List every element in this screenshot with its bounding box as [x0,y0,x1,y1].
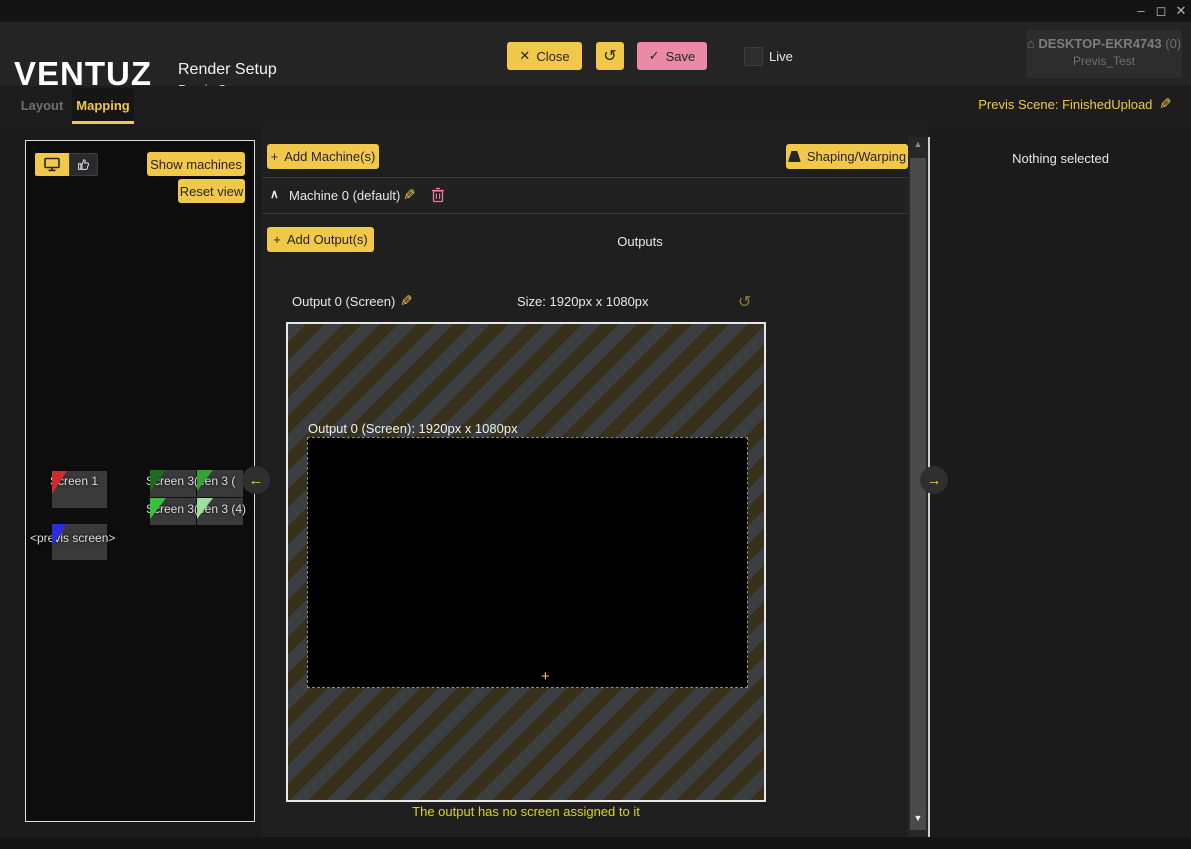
save-button[interactable]: ✓ Save [637,42,707,70]
plus-icon: + [271,149,279,164]
save-button-label: Save [666,49,696,64]
add-outputs-button[interactable]: + Add Output(s) [267,227,374,252]
edit-output-icon[interactable]: ✎ [400,292,413,310]
maximize-icon[interactable]: ◻ [1151,3,1171,19]
thumbs-up-icon [76,157,91,172]
thumbs-view-toggle[interactable] [69,153,98,176]
scrollbar-down-icon[interactable]: ▼ [911,813,925,823]
show-machines-label: Show machines [150,157,242,172]
reload-button[interactable]: ↺ [596,42,624,70]
reset-view-label: Reset view [180,184,244,199]
host-name: ⌂ DESKTOP-EKR4743 (0) [1026,36,1182,51]
shaping-warping-button[interactable]: Shaping/Warping [786,144,908,169]
minimize-icon[interactable]: – [1131,3,1151,18]
add-machines-button[interactable]: + Add Machine(s) [267,144,379,169]
output-canvas[interactable]: Output 0 (Screen): 1920px x 1080px + [286,322,766,802]
window-bottom-edge [0,837,1191,849]
previs-scene-label: Previs Scene: FinishedUpload [978,97,1152,112]
edit-pencil-icon: ✎ [1159,95,1172,113]
divider [262,213,908,214]
add-machines-label: Add Machine(s) [284,149,375,164]
host-machine-card[interactable]: ⌂ DESKTOP-EKR4743 (0) Previs_Test [1026,30,1182,78]
outputs-header: Outputs [600,234,680,249]
tab-layout[interactable]: Layout [14,88,70,122]
live-checkbox[interactable] [744,47,763,66]
monitor-icon [43,157,61,172]
close-button[interactable]: ✕ Close [507,42,582,70]
scrollbar-thumb[interactable] [910,158,926,830]
live-label: Live [769,49,793,64]
screen-tile-label: <previs screen> [30,531,115,545]
arrow-right-icon: → [927,472,942,489]
shaping-bell-icon [788,151,801,162]
machine-row[interactable]: ∧ Machine 0 (default) ✎ [262,178,908,213]
tab-mapping-underline [72,121,134,124]
home-icon: ⌂ [1027,36,1038,51]
collapse-panel-button[interactable]: ← [242,466,270,494]
titlebar: – ◻ ✕ [0,0,1191,22]
inspector-empty-message: Nothing selected [930,151,1191,166]
delete-machine-icon[interactable] [431,187,445,203]
plus-crosshair-icon: + [541,668,550,685]
close-window-icon[interactable]: ✕ [1171,3,1191,19]
output-title: Output 0 (Screen) [292,294,395,309]
reset-output-icon[interactable]: ↺ [738,292,751,312]
chevron-up-icon[interactable]: ∧ [270,187,279,201]
plus-icon: + [273,232,281,247]
shaping-warping-label: Shaping/Warping [807,149,906,164]
output-status-message: The output has no screen assigned to it [286,804,766,819]
show-machines-button[interactable]: Show machines [147,152,245,176]
add-outputs-label: Add Output(s) [287,232,368,247]
page-title: Render Setup [178,61,277,79]
expand-panel-button[interactable]: → [920,466,948,494]
output-rect[interactable]: + [307,437,748,688]
output-canvas-label: Output 0 (Screen): 1920px x 1080px [308,421,518,436]
output-size: Size: 1920px x 1080px [517,294,649,309]
arrow-left-icon: ← [249,472,264,489]
reset-view-button[interactable]: Reset view [178,179,245,203]
host-count: (0) [1165,36,1181,51]
previs-scene-edit[interactable]: Previs Scene: FinishedUpload ✎ [978,95,1172,113]
close-button-label: Close [536,49,569,64]
close-x-icon: ✕ [519,48,530,64]
edit-machine-icon[interactable]: ✎ [403,186,416,204]
monitor-view-toggle[interactable] [35,153,69,176]
machine-title: Machine 0 (default) [289,188,400,203]
tab-mapping[interactable]: Mapping [72,88,134,122]
scrollbar-up-icon[interactable]: ▲ [911,139,925,149]
save-check-icon: ✓ [649,48,660,64]
reload-icon: ↺ [603,46,616,66]
host-project: Previs_Test [1026,54,1182,68]
render-setup-window: – ◻ ✕ VENTUZ Render Setup Previs Scene ✕… [0,0,1191,849]
header: VENTUZ Render Setup Previs Scene ✕ Close… [0,22,1191,86]
